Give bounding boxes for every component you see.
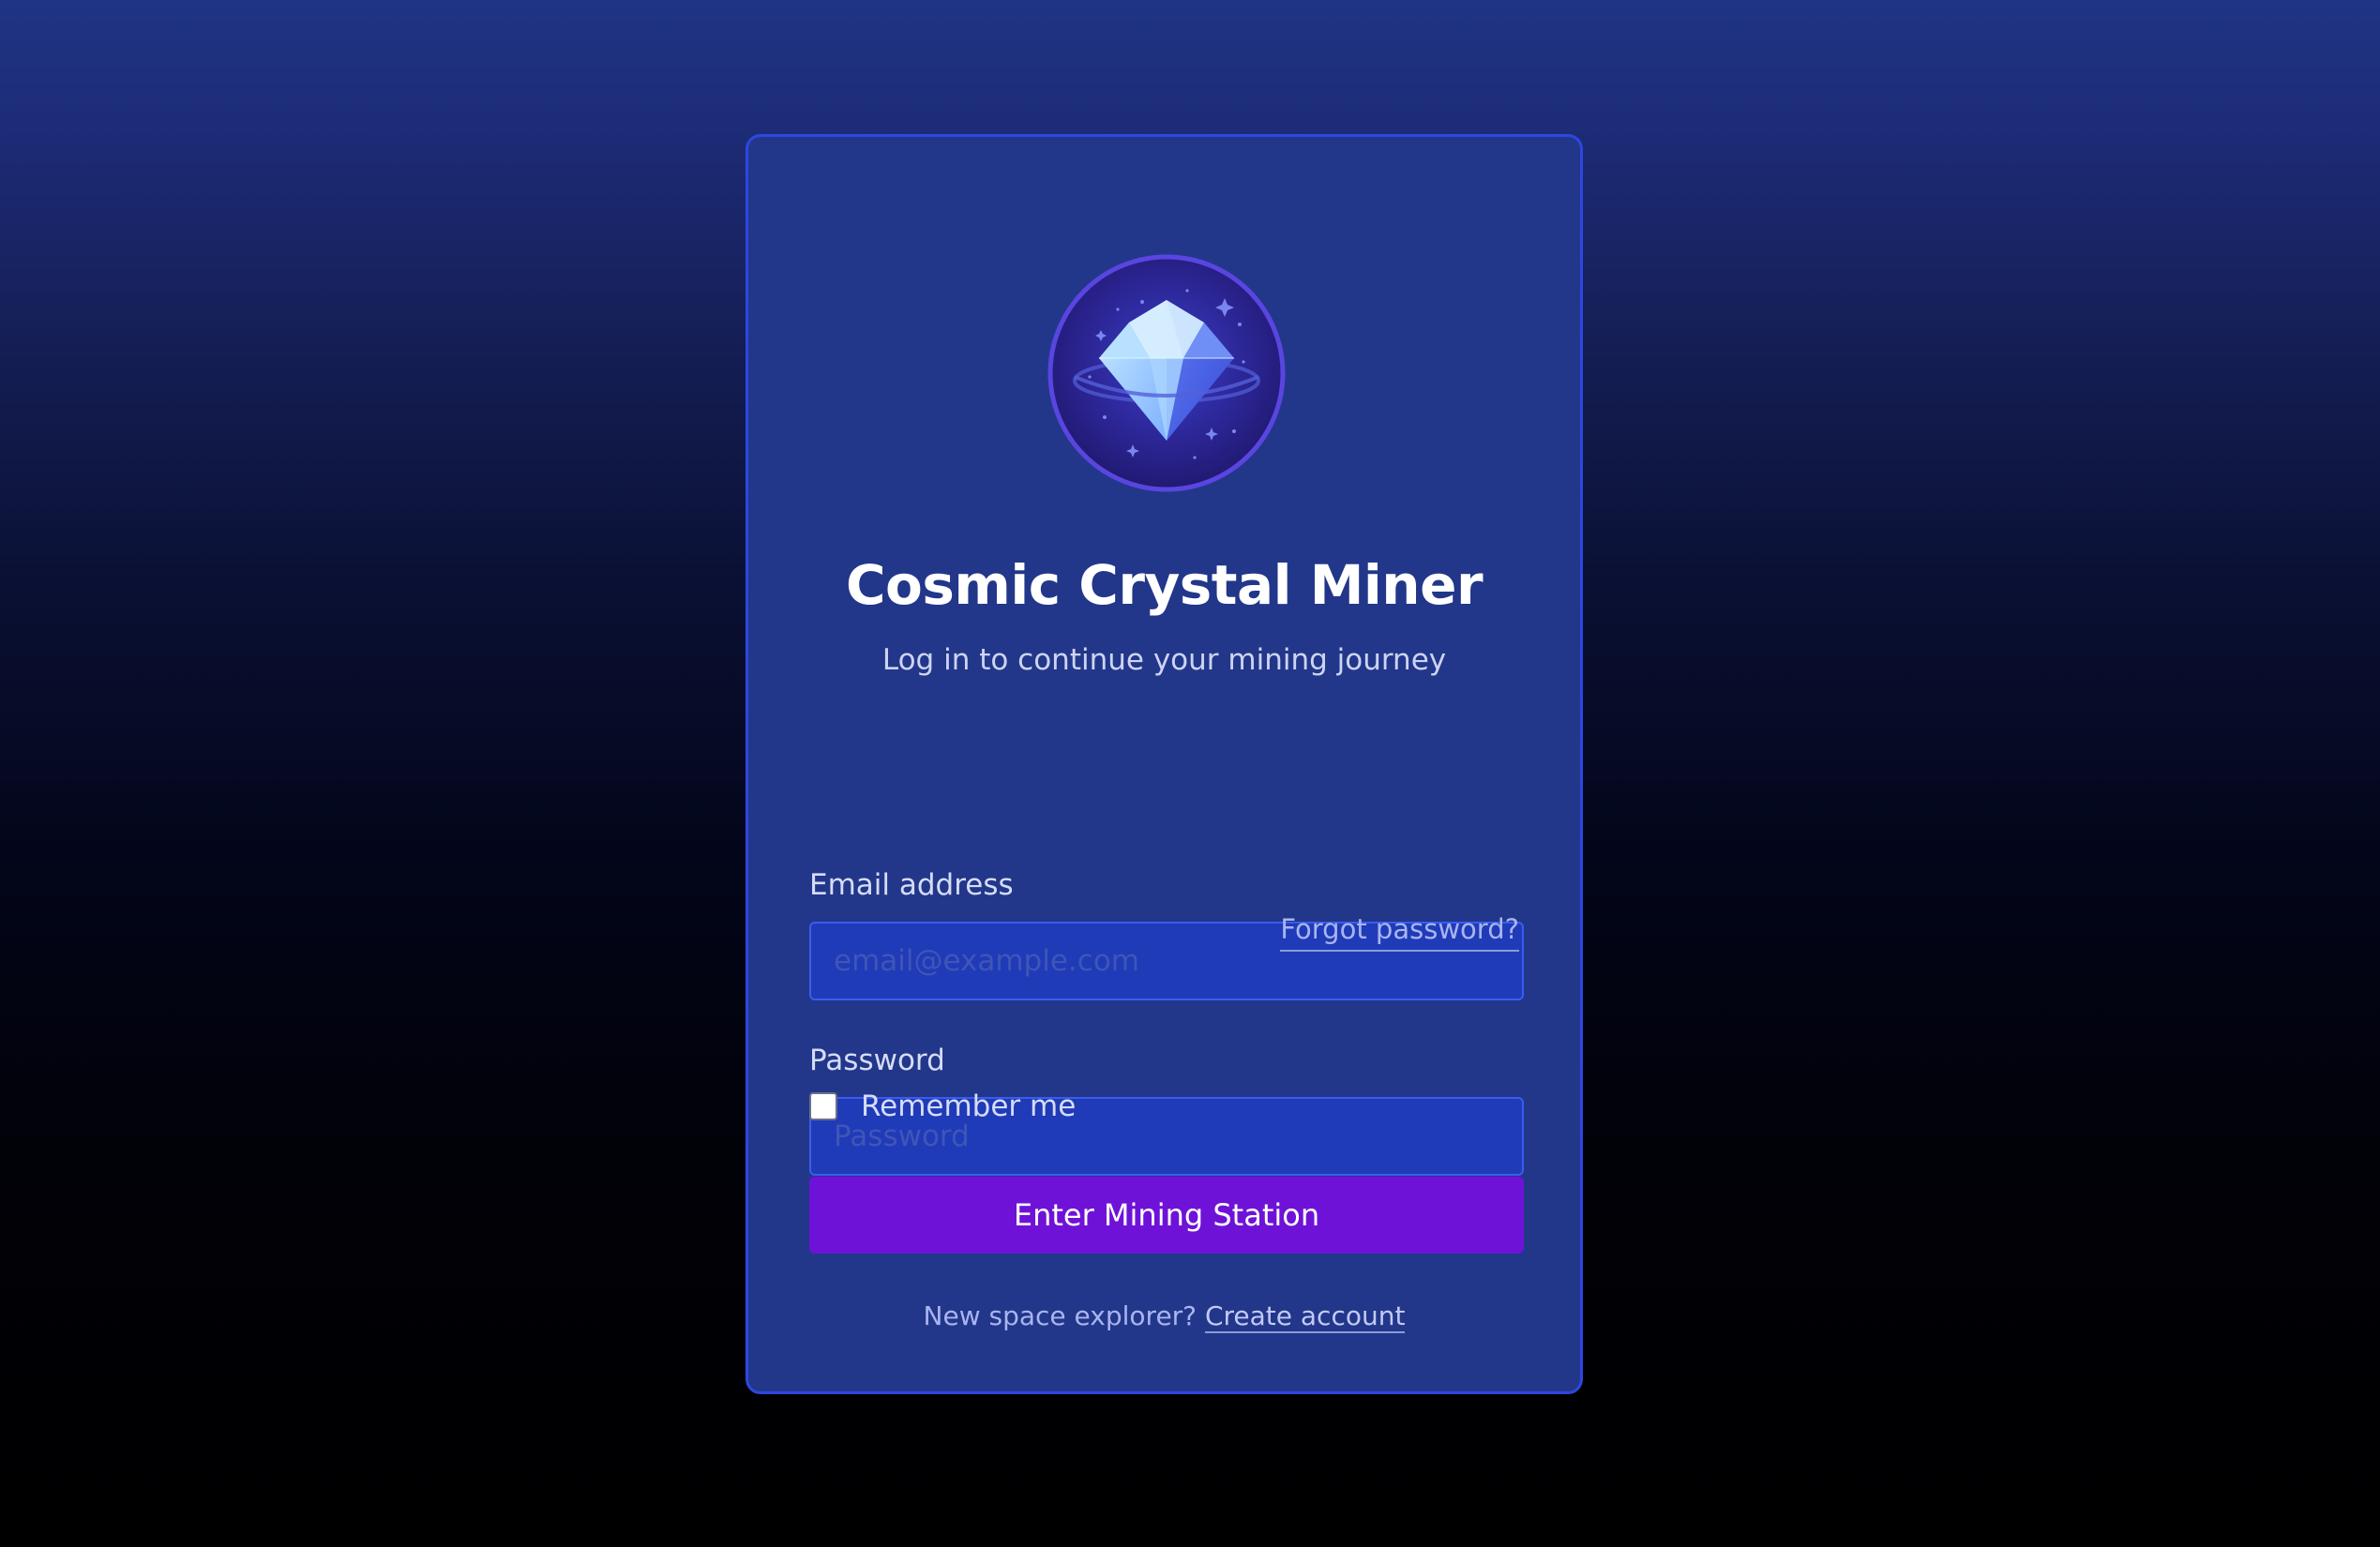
crystal-planet-icon <box>1047 253 1287 493</box>
create-account-link[interactable]: Create account <box>1204 1300 1406 1333</box>
enter-mining-station-button[interactable]: Enter Mining Station <box>809 1177 1524 1254</box>
signup-prompt: New space explorer? <box>923 1300 1198 1331</box>
email-label: Email address <box>809 868 1014 902</box>
remember-me-row[interactable]: Remember me <box>809 1086 1076 1127</box>
remember-me-label[interactable]: Remember me <box>861 1089 1076 1123</box>
password-label: Password <box>809 1044 945 1077</box>
page-title: Cosmic Crystal Miner <box>845 553 1484 617</box>
forgot-password-link[interactable]: Forgot password? <box>1280 909 1519 952</box>
login-card: Cosmic Crystal Miner Log in to continue … <box>746 134 1583 1394</box>
remember-me-checkbox[interactable] <box>809 1092 837 1120</box>
signup-prompt-row: New space explorer? Create account <box>748 1296 1580 1337</box>
page-subtitle: Log in to continue your mining journey <box>881 643 1447 677</box>
